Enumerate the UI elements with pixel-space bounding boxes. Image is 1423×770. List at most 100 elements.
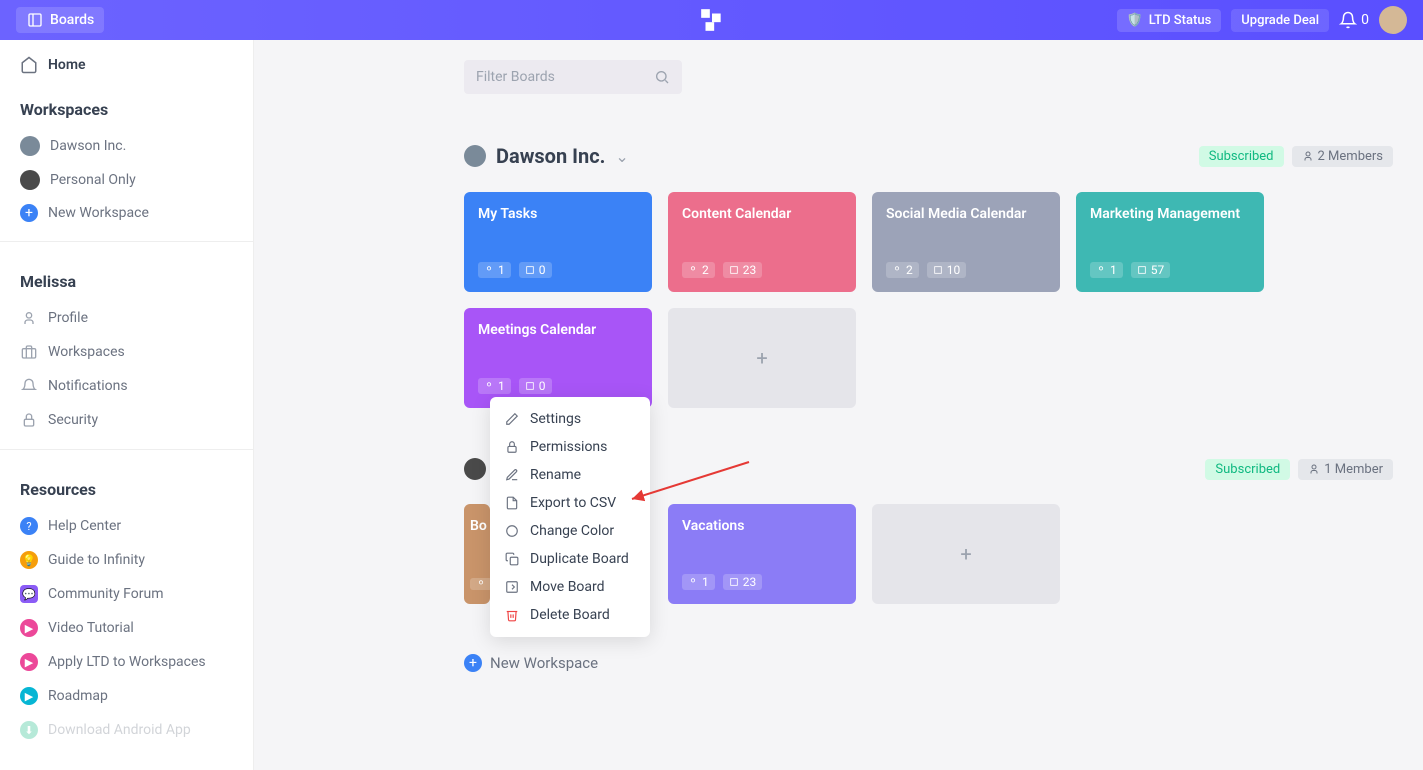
plus-icon: + — [20, 204, 38, 222]
board-card-bo[interactable]: Bo — [464, 504, 490, 604]
ctx-label: Permissions — [530, 439, 607, 455]
ctx-label: Settings — [530, 411, 581, 427]
boards-grid: My Tasks 1 0 Content Calendar 2 23 Socia… — [464, 192, 1393, 408]
nav-workspaces[interactable]: Workspaces — [0, 335, 253, 369]
board-title: Vacations — [682, 518, 842, 534]
ctx-label: Delete Board — [530, 607, 610, 623]
board-card-meetings[interactable]: Meetings Calendar 1 0 — [464, 308, 652, 408]
res-video[interactable]: ▶ Video Tutorial — [0, 611, 253, 645]
bulb-icon: 💡 — [20, 551, 38, 569]
res-label: Video Tutorial — [48, 620, 134, 636]
res-apply-ltd[interactable]: ▶ Apply LTD to Workspaces — [0, 645, 253, 679]
res-label: Community Forum — [48, 586, 164, 602]
board-card-marketing[interactable]: Marketing Management 1 57 — [1076, 192, 1264, 292]
boards-button[interactable]: Boards — [16, 7, 104, 33]
lock-icon — [504, 439, 520, 455]
bell-icon — [20, 377, 38, 395]
filter-boards-input[interactable] — [476, 69, 654, 85]
notif-count: 0 — [1361, 12, 1369, 28]
new-workspace-link[interactable]: + New Workspace — [464, 654, 1393, 672]
boards-icon — [26, 11, 44, 29]
sidebar-workspace-dawson[interactable]: Dawson Inc. — [0, 129, 253, 163]
ctx-settings[interactable]: Settings — [490, 405, 650, 433]
nav-home-label: Home — [48, 57, 86, 73]
ctx-delete[interactable]: Delete Board — [490, 601, 650, 629]
ltd-status-label: LTD Status — [1149, 13, 1212, 28]
res-guide[interactable]: 💡 Guide to Infinity — [0, 543, 253, 577]
members-badge[interactable]: 2 Members — [1292, 146, 1393, 167]
res-label: Guide to Infinity — [48, 552, 145, 568]
chevron-down-icon[interactable]: ⌄ — [615, 147, 628, 166]
app-logo[interactable] — [699, 7, 725, 33]
ctx-label: Change Color — [530, 523, 614, 539]
user-avatar[interactable] — [1379, 6, 1407, 34]
notifications-button[interactable]: 0 — [1339, 11, 1369, 29]
ctx-export-csv[interactable]: Export to CSV — [490, 489, 650, 517]
members-badge[interactable]: 1 Member — [1298, 459, 1393, 480]
filter-boards-input-wrap[interactable] — [464, 60, 682, 94]
nav-profile-label: Profile — [48, 310, 88, 326]
ctx-duplicate[interactable]: Duplicate Board — [490, 545, 650, 573]
user-icon — [20, 309, 38, 327]
ctx-move[interactable]: Move Board — [490, 573, 650, 601]
members-stat: 1 — [1090, 262, 1123, 278]
res-label: Roadmap — [48, 688, 108, 704]
nav-profile[interactable]: Profile — [0, 301, 253, 335]
res-help-center[interactable]: ? Help Center — [0, 509, 253, 543]
ctx-label: Move Board — [530, 579, 605, 595]
workspace-avatar — [464, 458, 486, 480]
board-card-social-media[interactable]: Social Media Calendar 2 10 — [872, 192, 1060, 292]
res-android[interactable]: ⬇ Download Android App — [0, 713, 253, 747]
members-stat — [470, 578, 490, 590]
nav-notifications-label: Notifications — [48, 378, 128, 394]
upgrade-label: Upgrade Deal — [1241, 13, 1319, 28]
plus-icon: + — [464, 654, 482, 672]
members-stat: 1 — [478, 378, 511, 394]
palette-icon — [504, 523, 520, 539]
board-title: Social Media Calendar — [886, 206, 1046, 222]
board-card-my-tasks[interactable]: My Tasks 1 0 — [464, 192, 652, 292]
res-label: Download Android App — [48, 722, 191, 738]
lock-icon — [20, 411, 38, 429]
nav-notifications[interactable]: Notifications — [0, 369, 253, 403]
res-forum[interactable]: 💬 Community Forum — [0, 577, 253, 611]
ltd-status-button[interactable]: 🛡️ LTD Status — [1117, 9, 1222, 32]
nav-home[interactable]: Home — [0, 40, 253, 82]
file-icon — [504, 495, 520, 511]
question-icon: ? — [20, 517, 38, 535]
upgrade-button[interactable]: Upgrade Deal — [1231, 9, 1329, 32]
board-title: Meetings Calendar — [478, 322, 638, 338]
board-title: Content Calendar — [682, 206, 842, 222]
res-label: Help Center — [48, 518, 121, 534]
res-label: Apply LTD to Workspaces — [48, 654, 206, 670]
board-card-content-calendar[interactable]: Content Calendar 2 23 — [668, 192, 856, 292]
workspace-avatar — [464, 145, 486, 167]
boards-label: Boards — [50, 12, 94, 28]
res-roadmap[interactable]: ▶ Roadmap — [0, 679, 253, 713]
members-count: 1 Member — [1324, 462, 1383, 477]
members-stat: 2 — [886, 262, 919, 278]
play-icon: ▶ — [20, 653, 38, 671]
add-board-button[interactable]: + — [668, 308, 856, 408]
members-stat: 1 — [478, 262, 511, 278]
ctx-permissions[interactable]: Permissions — [490, 433, 650, 461]
new-workspace-button[interactable]: + New Workspace — [0, 197, 253, 229]
nav-security[interactable]: Security — [0, 403, 253, 437]
download-icon: ⬇ — [20, 721, 38, 739]
add-board-button[interactable]: + — [872, 504, 1060, 604]
items-stat: 0 — [519, 378, 552, 394]
shield-icon: 🛡️ — [1127, 13, 1143, 28]
ctx-change-color[interactable]: Change Color — [490, 517, 650, 545]
workspace-name: Personal Only — [50, 172, 136, 188]
sidebar-workspace-personal[interactable]: Personal Only — [0, 163, 253, 197]
ctx-rename[interactable]: Rename — [490, 461, 650, 489]
board-card-vacations[interactable]: Vacations 1 23 — [668, 504, 856, 604]
workspace-avatar — [20, 170, 40, 190]
main-content: Dawson Inc. ⌄ Subscribed 2 Members My Ta… — [254, 40, 1423, 770]
workspaces-header: Workspaces — [0, 82, 253, 129]
plus-icon: + — [756, 346, 767, 370]
workspace-avatar — [20, 136, 40, 156]
play-icon: ▶ — [20, 687, 38, 705]
workspace-header: Dawson Inc. ⌄ Subscribed 2 Members — [464, 144, 1393, 168]
users-icon — [1308, 463, 1320, 475]
